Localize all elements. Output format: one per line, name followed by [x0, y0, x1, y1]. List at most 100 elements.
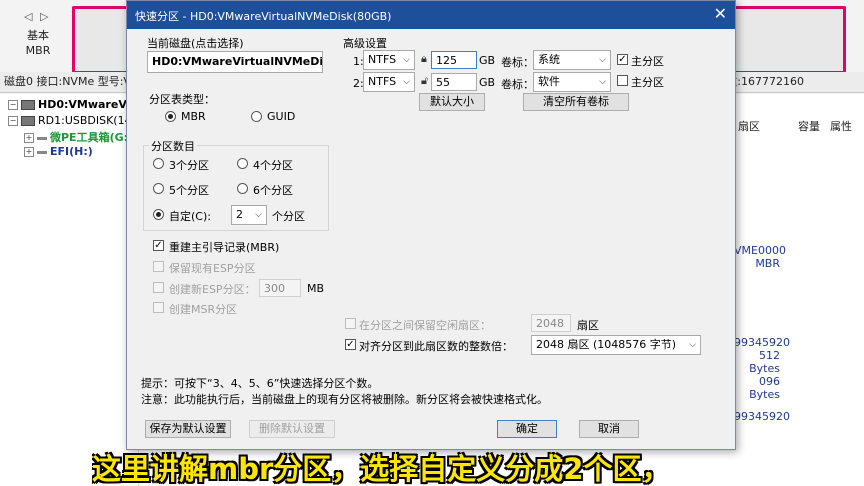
info-line: MBR — [755, 257, 780, 270]
usb-disk-icon — [21, 116, 35, 126]
tree-item-efi[interactable]: + EFI(H:) — [24, 145, 93, 158]
count-3-label[interactable]: 3个分区 — [169, 157, 209, 173]
row-1-size-unit: GB — [479, 54, 496, 67]
row-2-filesystem-select[interactable]: NTFS ⌵ — [363, 72, 415, 92]
disk-kind-line2: MBR — [25, 44, 51, 57]
quick-partition-dialog: 快速分区 - HD0:VMwareVirtualNVMeDisk(80GB) ✕… — [126, 0, 736, 450]
disk-model-info: VME0000 MBR — [734, 244, 786, 270]
disk-sector-count: 数:167772160 — [726, 75, 804, 88]
count-4-radio[interactable] — [237, 158, 248, 169]
row-2-size-input[interactable]: 55 — [431, 73, 477, 91]
disk-kind-line1: 基本 — [27, 29, 49, 42]
chevron-down-icon: ⌵ — [255, 210, 262, 220]
count-4-label[interactable]: 4个分区 — [253, 157, 293, 173]
reserve-free-input[interactable]: 2048 — [531, 314, 571, 332]
tree-item-label: HD0:VMwareVir — [38, 98, 136, 111]
create-msr-checkbox[interactable] — [153, 302, 164, 313]
count-3-radio[interactable] — [153, 158, 164, 169]
disk-sector-info: 99345920 — [734, 410, 790, 423]
partition-icon — [37, 136, 47, 140]
custom-count-radio[interactable] — [153, 209, 164, 220]
tree-item-wepe[interactable]: + 微PE工具箱(G: — [24, 129, 128, 145]
custom-count-value: 2 — [236, 208, 243, 221]
row-1-size-input[interactable]: 125 — [431, 51, 477, 69]
expand-icon[interactable]: + — [24, 147, 34, 157]
info-line: 512 Bytes — [749, 349, 780, 375]
delete-default-button[interactable]: 删除默认设置 — [249, 420, 335, 438]
esp-size-input[interactable]: 300 — [259, 279, 301, 297]
mbr-radio-label[interactable]: MBR — [181, 110, 206, 123]
row-2-primary-label[interactable]: 主分区 — [631, 74, 664, 90]
row-2-primary-checkbox[interactable] — [617, 75, 628, 86]
chevron-down-icon: ⌵ — [599, 77, 606, 87]
hard-disk-icon — [21, 100, 35, 110]
reserve-free-checkbox[interactable] — [345, 318, 356, 329]
row-1-filesystem-value: NTFS — [368, 53, 397, 66]
align-value: 2048 扇区 (1048576 字节) — [536, 338, 677, 351]
row-1-primary-label[interactable]: 主分区 — [631, 53, 664, 69]
row-1-filesystem-select[interactable]: NTFS ⌵ — [363, 50, 415, 70]
guid-radio-label[interactable]: GUID — [267, 110, 295, 123]
create-msr-label: 创建MSR分区 — [169, 303, 238, 316]
rebuild-mbr-checkbox[interactable]: ✓ — [153, 240, 164, 251]
tree-item-label: EFI(H:) — [50, 145, 93, 158]
unlock-icon[interactable]: 🔓︎ — [421, 74, 428, 88]
row-2-filesystem-value: NTFS — [368, 75, 397, 88]
tree-item-hd0[interactable]: − HD0:VMwareVir — [8, 98, 136, 111]
disk-nav-arrows[interactable]: ◁ ▷ — [24, 10, 50, 23]
ok-button[interactable]: 确定 — [497, 420, 557, 438]
close-icon[interactable]: ✕ — [714, 5, 727, 23]
info-line: 99345920 — [734, 336, 790, 349]
partition-count-legend: 分区数目 — [149, 138, 197, 154]
column-header-attributes[interactable]: 属性 — [830, 118, 852, 134]
count-6-radio[interactable] — [237, 183, 248, 194]
column-header-capacity[interactable]: 容量 — [798, 118, 820, 134]
collapse-icon[interactable]: − — [8, 100, 18, 110]
tree-item-rd1[interactable]: − RD1:USBDISK(14 — [8, 114, 132, 127]
align-label[interactable]: 对齐分区到此扇区数的整数倍： — [359, 338, 513, 354]
rebuild-mbr-label[interactable]: 重建主引导记录(MBR) — [169, 239, 279, 255]
count-6-label[interactable]: 6个分区 — [253, 182, 293, 198]
row-2-volume-select[interactable]: 软件 ⌵ — [533, 72, 611, 92]
current-disk-field[interactable]: HD0:VMwareVirtualNVMeDisk — [147, 51, 323, 73]
row-1-volume-label-caption: 卷标： — [501, 56, 534, 69]
keep-esp-checkbox[interactable] — [153, 261, 164, 272]
guid-radio[interactable] — [251, 111, 262, 122]
column-header-sector[interactable]: 扇区 — [738, 118, 760, 134]
count-5-radio[interactable] — [153, 183, 164, 194]
row-1-volume-value: 系统 — [538, 53, 560, 66]
save-default-button[interactable]: 保存为默认设置 — [145, 420, 231, 438]
chevron-down-icon: ⌵ — [689, 340, 696, 350]
partition-table-legend: 分区表类型： — [149, 93, 215, 106]
tree-item-label: RD1:USBDISK(14 — [38, 114, 132, 127]
info-line: 096 Bytes — [749, 375, 780, 401]
custom-count-select[interactable]: 2 ⌵ — [231, 205, 267, 225]
partition-details-panel — [734, 94, 864, 486]
lock-icon[interactable]: 🔒︎ — [421, 52, 427, 66]
disk-size-info: 99345920 512 Bytes 096 Bytes — [734, 336, 790, 401]
custom-count-label[interactable]: 自定(C): — [169, 208, 211, 224]
dialog-title: 快速分区 - HD0:VMwareVirtualNVMeDisk(80GB) — [135, 10, 392, 23]
mbr-radio[interactable] — [165, 111, 176, 122]
partition-icon — [37, 150, 47, 154]
info-line: VME0000 — [734, 244, 786, 257]
align-select[interactable]: 2048 扇区 (1048576 字节) ⌵ — [531, 335, 701, 355]
dialog-titlebar[interactable]: 快速分区 - HD0:VMwareVirtualNVMeDisk(80GB) ✕ — [127, 1, 735, 29]
expand-icon[interactable]: + — [24, 133, 34, 143]
row-1-volume-select[interactable]: 系统 ⌵ — [533, 50, 611, 70]
chevron-down-icon: ⌵ — [403, 55, 410, 65]
default-size-button[interactable]: 默认大小 — [419, 93, 485, 111]
row-2-size-unit: GB — [479, 76, 496, 89]
cancel-button[interactable]: 取消 — [579, 420, 639, 438]
collapse-icon[interactable]: − — [8, 116, 18, 126]
row-1-primary-checkbox[interactable]: ✓ — [617, 54, 628, 65]
row-2-volume-value: 软件 — [538, 75, 560, 88]
disk-kind-label: 基本 MBR — [20, 28, 56, 58]
count-5-label[interactable]: 5个分区 — [169, 182, 209, 198]
custom-count-suffix: 个分区 — [272, 210, 305, 223]
tip-line-1: 提示：可按下“3、4、5、6”快速选择分区个数。 — [141, 377, 379, 390]
reserve-free-unit: 扇区 — [577, 319, 599, 332]
align-checkbox[interactable]: ✓ — [345, 339, 356, 350]
create-esp-checkbox[interactable] — [153, 282, 164, 293]
clear-all-labels-button[interactable]: 清空所有卷标 — [523, 93, 629, 111]
